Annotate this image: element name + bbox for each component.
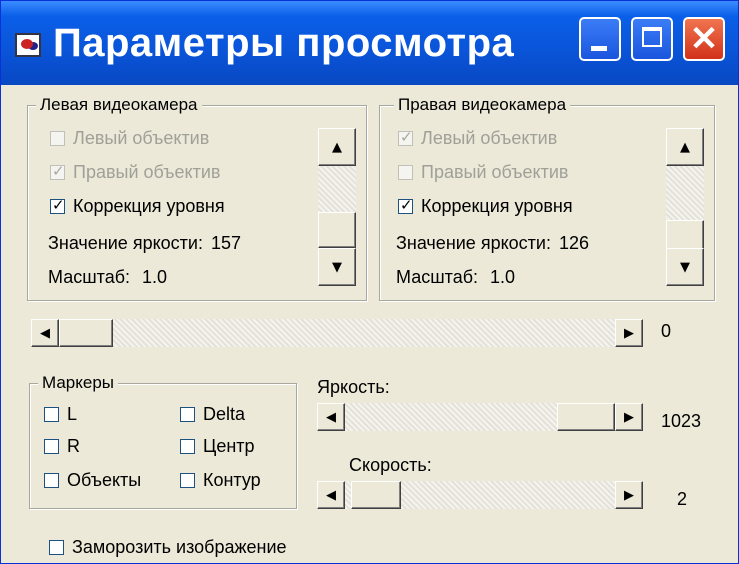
camera-app-icon bbox=[15, 33, 41, 57]
left-camera-group: Левая видеокамера Левый объектив Правый … bbox=[27, 95, 367, 301]
brightness-label: Значение яркости: bbox=[48, 233, 203, 253]
maximize-button[interactable] bbox=[631, 17, 673, 61]
marker-l-checkbox[interactable]: L bbox=[44, 404, 77, 425]
markers-legend: Маркеры bbox=[38, 373, 119, 393]
title-bar[interactable]: Параметры просмотра ✕ bbox=[1, 1, 738, 85]
brightness-slider-thumb[interactable] bbox=[557, 403, 615, 431]
checkbox-label: Правый объектив bbox=[73, 162, 221, 182]
marker-objects-checkbox[interactable]: Объекты bbox=[44, 470, 141, 491]
brightness-label: Яркость: bbox=[317, 377, 390, 397]
left-camera-right-lens-checkbox[interactable]: Правый объектив bbox=[50, 162, 220, 183]
checkbox-label: Коррекция уровня bbox=[73, 196, 225, 216]
speed-label: Скорость: bbox=[349, 455, 432, 475]
scroll-left-button[interactable]: ◀ bbox=[31, 319, 59, 347]
left-camera-scale: Масштаб: 1.0 bbox=[48, 267, 167, 288]
marker-delta-checkbox[interactable]: Delta bbox=[180, 404, 245, 425]
brightness-label: Значение яркости: bbox=[396, 233, 551, 253]
checkbox-box bbox=[49, 540, 64, 555]
scroll-up-button[interactable]: ▲ bbox=[666, 128, 704, 166]
checkbox-label: R bbox=[67, 436, 80, 456]
dialog-window: Параметры просмотра ✕ Левая видеокамера … bbox=[0, 0, 739, 564]
checkbox-box bbox=[50, 162, 65, 180]
right-camera-right-lens-checkbox[interactable]: Правый объектив bbox=[398, 162, 568, 183]
checkbox-label: Объекты bbox=[67, 470, 142, 490]
checkbox-box bbox=[398, 196, 413, 214]
scroll-right-button[interactable]: ▶ bbox=[615, 319, 643, 347]
freeze-image-checkbox[interactable]: Заморозить изображение bbox=[49, 537, 287, 558]
marker-r-checkbox[interactable]: R bbox=[44, 436, 80, 457]
checkbox-label: Левый объектив bbox=[73, 128, 210, 148]
right-camera-brightness: Значение яркости: 126 bbox=[396, 233, 589, 254]
left-camera-scroll-thumb[interactable] bbox=[318, 212, 356, 248]
checkbox-label: Левый объектив bbox=[421, 128, 558, 148]
scale-value: 1.0 bbox=[142, 267, 168, 287]
left-camera-brightness: Значение яркости: 157 bbox=[48, 233, 241, 254]
left-camera-left-lens-checkbox[interactable]: Левый объектив bbox=[50, 128, 209, 149]
minimize-button[interactable] bbox=[579, 17, 621, 61]
scroll-left-button[interactable]: ◀ bbox=[317, 481, 345, 509]
scale-value: 1.0 bbox=[490, 267, 516, 287]
minimize-icon bbox=[591, 46, 607, 51]
checkbox-box bbox=[398, 128, 413, 146]
main-horizontal-scrollbar[interactable]: ◀ ▶ bbox=[31, 319, 643, 347]
checkbox-label: Контур bbox=[203, 470, 261, 490]
scroll-up-button[interactable]: ▲ bbox=[318, 128, 356, 166]
right-camera-left-lens-checkbox[interactable]: Левый объектив bbox=[398, 128, 557, 149]
speed-slider[interactable]: ◀ ▶ bbox=[317, 481, 643, 509]
left-camera-level-correction-checkbox[interactable]: Коррекция уровня bbox=[50, 196, 225, 217]
checkbox-box bbox=[50, 196, 65, 214]
brightness-slider[interactable]: ◀ ▶ bbox=[317, 403, 643, 431]
main-scroll-thumb[interactable] bbox=[59, 319, 113, 347]
speed-value: 2 bbox=[677, 489, 688, 509]
scroll-right-button[interactable]: ▶ bbox=[615, 481, 643, 509]
speed-slider-thumb[interactable] bbox=[351, 481, 401, 509]
maximize-icon bbox=[642, 27, 662, 47]
scale-label: Масштаб: bbox=[48, 267, 131, 287]
checkbox-box bbox=[50, 131, 65, 146]
brightness-value: 126 bbox=[558, 233, 590, 253]
marker-contour-checkbox[interactable]: Контур bbox=[180, 470, 261, 491]
checkbox-label: L bbox=[67, 404, 78, 424]
checkbox-box bbox=[44, 473, 59, 488]
checkbox-box bbox=[180, 407, 195, 422]
checkbox-box bbox=[180, 473, 195, 488]
brightness-value: 1023 bbox=[661, 411, 702, 431]
right-camera-group: Правая видеокамера Левый объектив Правый… bbox=[379, 95, 715, 301]
main-scroll-value: 0 bbox=[661, 321, 672, 341]
checkbox-label: Коррекция уровня bbox=[421, 196, 573, 216]
scroll-down-button[interactable]: ▼ bbox=[318, 248, 356, 286]
checkbox-box bbox=[44, 407, 59, 422]
checkbox-box bbox=[44, 439, 59, 454]
right-camera-scale: Масштаб: 1.0 bbox=[396, 267, 515, 288]
right-camera-level-correction-checkbox[interactable]: Коррекция уровня bbox=[398, 196, 573, 217]
scroll-left-button[interactable]: ◀ bbox=[317, 403, 345, 431]
right-camera-scrollbar[interactable]: ▲ ▼ bbox=[666, 128, 704, 286]
checkbox-label: Delta bbox=[203, 404, 246, 424]
checkbox-box bbox=[180, 439, 195, 454]
scale-label: Масштаб: bbox=[396, 267, 479, 287]
left-camera-scrollbar[interactable]: ▲ ▼ bbox=[318, 128, 356, 286]
left-camera-legend: Левая видеокамера bbox=[36, 95, 202, 115]
scroll-right-button[interactable]: ▶ bbox=[615, 403, 643, 431]
checkbox-box bbox=[398, 165, 413, 180]
right-camera-legend: Правая видеокамера bbox=[394, 95, 571, 115]
window-title: Параметры просмотра bbox=[53, 21, 515, 65]
close-button[interactable]: ✕ bbox=[683, 17, 725, 61]
checkbox-label: Правый объектив bbox=[421, 162, 569, 182]
checkbox-label: Заморозить изображение bbox=[72, 537, 287, 557]
checkbox-label: Центр bbox=[203, 436, 255, 456]
brightness-value: 157 bbox=[210, 233, 242, 253]
scroll-down-button[interactable]: ▼ bbox=[666, 248, 704, 286]
marker-center-checkbox[interactable]: Центр bbox=[180, 436, 255, 457]
close-icon: ✕ bbox=[689, 20, 719, 58]
markers-group: Маркеры L Delta R Центр Объекты Контур bbox=[29, 373, 297, 509]
